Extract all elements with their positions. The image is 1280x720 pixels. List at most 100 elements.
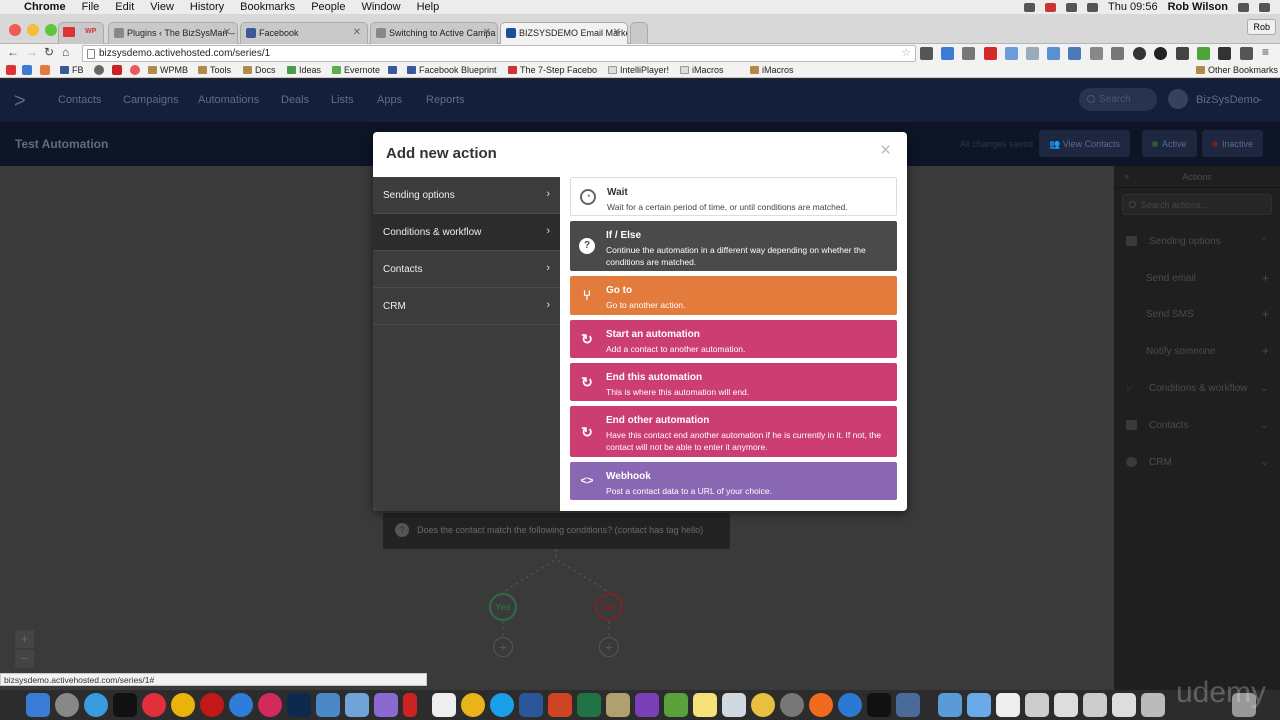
- nav-automations[interactable]: Automations: [198, 94, 259, 106]
- yes-branch[interactable]: Yes: [489, 593, 517, 621]
- bookmark-icon[interactable]: [112, 65, 122, 75]
- settings-icon[interactable]: [780, 693, 804, 717]
- action-send-email[interactable]: Send email +: [1114, 271, 1280, 287]
- home-icon[interactable]: ⌂: [62, 45, 69, 59]
- nav-apps[interactable]: Apps: [377, 94, 402, 106]
- app-icon[interactable]: [461, 693, 485, 717]
- wifi-icon[interactable]: [1066, 2, 1078, 12]
- zoom-in-button[interactable]: +: [15, 630, 34, 648]
- bookmark-imacros-folder[interactable]: iMacros: [750, 65, 794, 75]
- extension-icon[interactable]: [984, 47, 997, 60]
- bookmark-ideas[interactable]: Ideas: [287, 65, 321, 75]
- section-sending-options[interactable]: Sending options ⌃: [1114, 236, 1280, 250]
- bookmark-intelliplayer[interactable]: IntelliPlayer!: [608, 65, 669, 75]
- view-contacts-button[interactable]: 👥 View Contacts: [1039, 130, 1131, 157]
- bookmark-fb[interactable]: FB: [60, 65, 84, 75]
- document-icon[interactable]: [1141, 693, 1165, 717]
- extension-icon[interactable]: [1090, 47, 1103, 60]
- app-icon[interactable]: [867, 693, 891, 717]
- category-crm[interactable]: CRM ›: [373, 288, 560, 325]
- volume-icon[interactable]: [1087, 2, 1099, 12]
- word-icon[interactable]: [519, 693, 543, 717]
- gmail-bookmark-icon[interactable]: [6, 65, 16, 75]
- chevron-down-icon[interactable]: ⌄: [1256, 93, 1264, 104]
- app-icon[interactable]: [664, 693, 688, 717]
- action-card-webhook[interactable]: <> Webhook Post a contact data to a URL …: [570, 462, 897, 500]
- bookmark-facebook-blueprint[interactable]: Facebook Blueprint: [407, 65, 497, 75]
- account-name[interactable]: BizSysDemo: [1196, 94, 1259, 106]
- inactive-toggle[interactable]: Inactive: [1202, 130, 1264, 157]
- profile-button[interactable]: Rob: [1247, 19, 1276, 35]
- app-icon[interactable]: [896, 693, 920, 717]
- tab-close-icon[interactable]: ✕: [613, 27, 621, 38]
- app-icon[interactable]: [432, 693, 456, 717]
- clock[interactable]: Thu 09:56: [1108, 1, 1158, 13]
- section-conditions-workflow[interactable]: ⑂ Conditions & workflow ⌄: [1114, 383, 1280, 397]
- add-action-no-button[interactable]: +: [599, 637, 619, 657]
- close-window-button[interactable]: [9, 24, 21, 36]
- category-conditions-workflow[interactable]: Conditions & workflow ›: [373, 214, 560, 251]
- category-contacts[interactable]: Contacts ›: [373, 251, 560, 288]
- bookmark-icon[interactable]: [40, 65, 50, 75]
- menu-edit[interactable]: Edit: [107, 1, 142, 13]
- menu-help[interactable]: Help: [409, 1, 448, 13]
- extension-icon[interactable]: [1218, 47, 1231, 60]
- powerpoint-icon[interactable]: [548, 693, 572, 717]
- chrome-icon[interactable]: [171, 693, 195, 717]
- tab-close-icon[interactable]: ✕: [353, 27, 361, 38]
- action-card-end-other-automation[interactable]: ↻ End other automation Have this contact…: [570, 406, 897, 457]
- app-icon[interactable]: [345, 693, 369, 717]
- bookmark-imacros[interactable]: iMacros: [680, 65, 724, 75]
- extension-icon[interactable]: [920, 47, 933, 60]
- app-icon[interactable]: [113, 693, 137, 717]
- document-icon[interactable]: [1112, 693, 1136, 717]
- document-icon[interactable]: [1083, 693, 1107, 717]
- menu-file[interactable]: File: [74, 1, 108, 13]
- action-card-start-automation[interactable]: ↻ Start an automation Add a contact to a…: [570, 320, 897, 358]
- avatar[interactable]: [1168, 89, 1188, 109]
- action-card-if-else[interactable]: ? If / Else Continue the automation in a…: [570, 221, 897, 271]
- app-icon[interactable]: [838, 693, 862, 717]
- reload-icon[interactable]: ↻: [44, 45, 54, 59]
- extension-icon[interactable]: [1111, 47, 1124, 60]
- section-crm[interactable]: CRM ⌄: [1114, 457, 1280, 471]
- menu-window[interactable]: Window: [353, 1, 408, 13]
- tab-plugins[interactable]: Plugins ‹ The BizSysMan – ✕: [108, 22, 238, 44]
- zoom-out-button[interactable]: −: [15, 650, 34, 668]
- menubar-user[interactable]: Rob Wilson: [1168, 1, 1228, 13]
- extension-icon[interactable]: [1026, 47, 1039, 60]
- new-tab-button[interactable]: [630, 22, 648, 44]
- extension-icon[interactable]: [1197, 47, 1210, 60]
- status-icon[interactable]: [1024, 2, 1036, 12]
- tab-switching[interactable]: Switching to Active Campa ✕: [370, 22, 498, 44]
- extension-icon[interactable]: [962, 47, 975, 60]
- skype-icon[interactable]: [490, 693, 514, 717]
- search-icon[interactable]: [1238, 2, 1249, 12]
- zoom-window-button[interactable]: [45, 24, 57, 36]
- nav-contacts[interactable]: Contacts: [58, 94, 101, 106]
- folder-icon[interactable]: [967, 693, 991, 717]
- extension-icon[interactable]: [941, 47, 954, 60]
- menu-app-name[interactable]: Chrome: [16, 1, 74, 13]
- app-store-icon[interactable]: [229, 693, 253, 717]
- preview-icon[interactable]: [722, 693, 746, 717]
- page-title[interactable]: Test Automation: [15, 137, 108, 151]
- menu-view[interactable]: View: [142, 1, 182, 13]
- menu-people[interactable]: People: [303, 1, 353, 13]
- app-icon[interactable]: [258, 693, 282, 717]
- finder-icon[interactable]: [26, 693, 50, 717]
- menu-bookmarks[interactable]: Bookmarks: [232, 1, 303, 13]
- collapse-icon[interactable]: »: [1124, 171, 1129, 181]
- excel-icon[interactable]: [577, 693, 601, 717]
- photos-icon[interactable]: [751, 693, 775, 717]
- tab-close-icon[interactable]: ✕: [483, 27, 491, 38]
- folder-icon[interactable]: [938, 693, 962, 717]
- logo-icon[interactable]: >: [14, 90, 26, 113]
- tab-facebook[interactable]: Facebook ✕: [240, 22, 368, 44]
- action-card-wait[interactable]: ◔ Wait Wait for a certain period of time…: [570, 177, 897, 216]
- extension-icon[interactable]: [1133, 47, 1146, 60]
- active-toggle[interactable]: Active: [1142, 130, 1197, 157]
- bookmark-other[interactable]: Other Bookmarks: [1196, 65, 1278, 75]
- safari-icon[interactable]: [84, 693, 108, 717]
- add-action-yes-button[interactable]: +: [493, 637, 513, 657]
